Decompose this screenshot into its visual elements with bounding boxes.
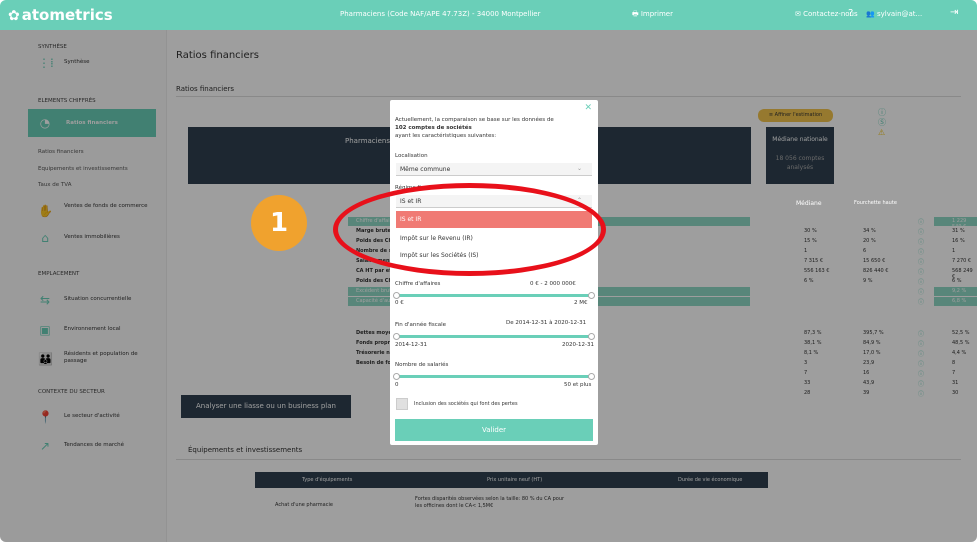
fin-slider[interactable] xyxy=(393,333,595,340)
top-bar: ✿ atometrics Pharmaciens (Code NAF/APE 47… xyxy=(0,0,977,30)
header-mediane: Médiane xyxy=(796,200,822,207)
report-title: Pharmaciens (Code NAF/APE 47.73Z) - 3400… xyxy=(340,10,541,18)
sal-max: 50 et plus xyxy=(564,382,592,388)
chevron-down-icon: ⌄ xyxy=(576,165,582,172)
sal-slider[interactable] xyxy=(393,373,595,380)
losses-checkbox[interactable] xyxy=(396,398,408,410)
ca-label: Chiffre d'affaires xyxy=(395,281,441,287)
ca-range: 0 € - 2 000 000€ xyxy=(530,281,576,287)
intro-text: Actuellement, la comparaison se base sur… xyxy=(395,116,590,140)
intro-line3: ayant les caractéristiques suivantes: xyxy=(395,133,497,139)
fin-min: 2014-12-31 xyxy=(395,342,427,348)
logout-icon[interactable]: ⇥ xyxy=(950,7,958,18)
logo-icon: ✿ xyxy=(8,8,20,24)
ca-max-handle[interactable] xyxy=(588,292,595,299)
sal-min-handle[interactable] xyxy=(393,373,400,380)
fin-label: Fin d'année fiscale xyxy=(395,322,447,328)
checkbox-label: Inclusion des sociétés qui font des pert… xyxy=(414,401,518,407)
print-button[interactable]: 🖶 Imprimer xyxy=(632,10,673,21)
logo[interactable]: ✿ atometrics xyxy=(8,6,113,24)
close-icon[interactable]: ✕ xyxy=(584,103,592,113)
user-label: sylvain@at... xyxy=(876,10,923,18)
fin-max: 2020-12-31 xyxy=(562,342,594,348)
sal-min: 0 xyxy=(395,382,399,388)
app-frame: ✿ atometrics Pharmaciens (Code NAF/APE 47… xyxy=(0,0,977,542)
intro-line1: Actuellement, la comparaison se base sur… xyxy=(395,117,554,123)
fin-max-handle[interactable] xyxy=(588,333,595,340)
step-badge: 1 xyxy=(251,195,307,251)
highlight-ellipse xyxy=(333,183,606,276)
localisation-value: Même commune xyxy=(400,166,451,173)
ca-min: 0 € xyxy=(395,300,404,306)
header-fourchette: Fourchette haute xyxy=(854,200,897,206)
logo-text: atometrics xyxy=(21,6,113,24)
ca-max: 2 M€ xyxy=(574,300,588,306)
fin-range: De 2014-12-31 à 2020-12-31 xyxy=(506,320,587,326)
fin-min-handle[interactable] xyxy=(393,333,400,340)
print-label: Imprimer xyxy=(640,10,673,18)
intro-count: 102 comptes de sociétés xyxy=(395,125,472,131)
user-menu[interactable]: 👥 sylvain@at... xyxy=(866,10,922,18)
validate-button[interactable]: Valider xyxy=(395,419,593,441)
sal-label: Nombre de salariés xyxy=(395,362,449,368)
localisation-label: Localisation xyxy=(395,153,428,159)
help-icon[interactable]: ? xyxy=(848,8,853,19)
ca-min-handle[interactable] xyxy=(393,292,400,299)
ca-slider[interactable] xyxy=(393,292,595,299)
localisation-select[interactable]: Même commune ⌄ xyxy=(396,163,592,176)
sal-max-handle[interactable] xyxy=(588,373,595,380)
